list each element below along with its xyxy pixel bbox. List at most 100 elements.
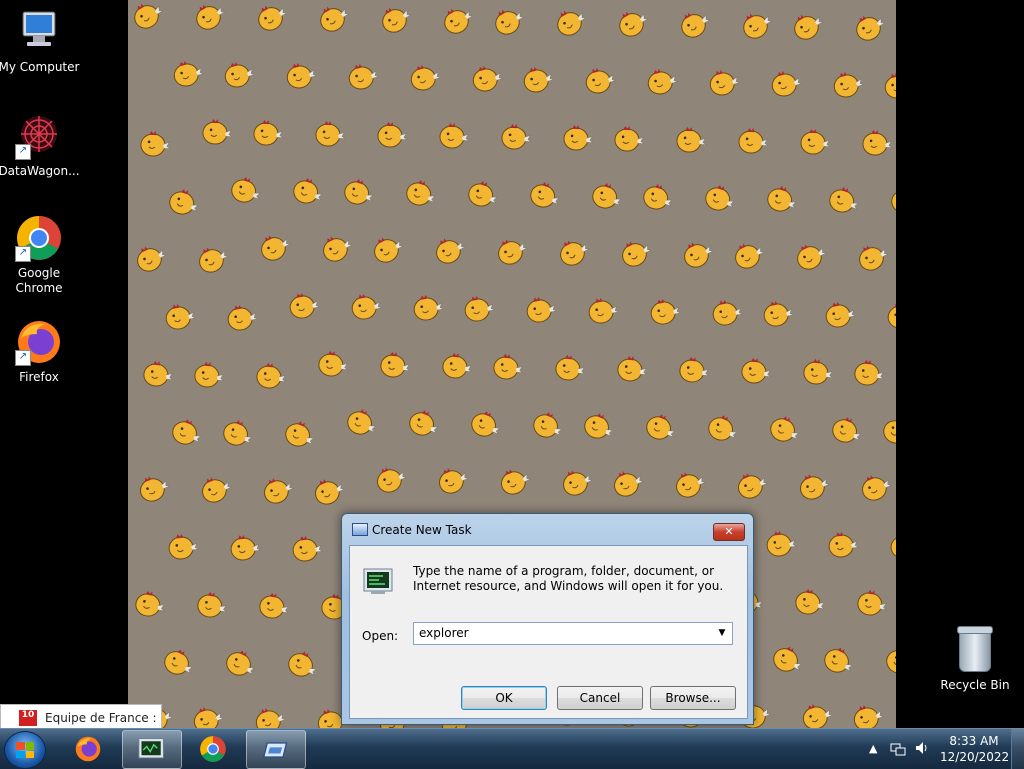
chick-pattern <box>286 62 317 89</box>
taskbar-task-manager[interactable] <box>122 730 182 769</box>
chick-pattern <box>833 71 864 98</box>
chick-pattern <box>439 468 469 494</box>
chick-pattern <box>168 533 199 560</box>
show-desktop-button[interactable] <box>1011 729 1024 769</box>
chick-pattern <box>523 66 554 93</box>
chick-pattern <box>705 185 735 211</box>
taskbar-firefox[interactable] <box>59 730 117 767</box>
chick-pattern <box>738 127 769 154</box>
chick-pattern <box>140 476 170 502</box>
chick-pattern <box>708 415 738 441</box>
chick-pattern <box>164 649 193 675</box>
volume-icon[interactable] <box>914 740 930 759</box>
firefox-icon <box>75 736 101 762</box>
chick-pattern <box>444 8 474 34</box>
firefox-icon: ↗ <box>15 318 63 366</box>
datawagon-icon[interactable]: ↗ DataWagon... <box>0 112 82 179</box>
clock-time: 8:33 AM <box>949 734 999 748</box>
windows-logo-icon <box>16 742 34 758</box>
dialog-body: Type the name of a program, folder, docu… <box>349 545 748 719</box>
chick-pattern <box>255 708 286 728</box>
chick-pattern <box>770 416 800 442</box>
chick-pattern <box>887 302 896 329</box>
chick-pattern <box>169 189 199 215</box>
chick-pattern <box>377 121 408 148</box>
chick-pattern <box>493 353 524 380</box>
chick-pattern <box>202 477 232 503</box>
chick-pattern <box>413 294 444 321</box>
open-input[interactable]: explorer <box>419 626 469 640</box>
chick-pattern <box>617 355 648 382</box>
cancel-button[interactable]: Cancel <box>557 686 643 710</box>
computer-icon <box>15 8 63 56</box>
chick-pattern <box>348 63 379 90</box>
open-combobox[interactable]: explorer ▼ <box>413 622 733 645</box>
chick-pattern <box>293 178 323 204</box>
desktop-icon-label: Firefox <box>19 370 59 384</box>
chevron-down-icon[interactable]: ▼ <box>715 625 729 641</box>
chick-pattern <box>588 297 619 324</box>
chick-pattern <box>227 304 258 331</box>
chick-pattern <box>650 298 681 325</box>
chick-pattern <box>258 5 288 31</box>
recycle-bin-icon[interactable]: Recycle Bin <box>938 626 1012 692</box>
chick-pattern <box>261 235 291 261</box>
chick-pattern <box>530 182 560 208</box>
chick-pattern <box>526 296 557 323</box>
open-label: Open: <box>362 629 399 643</box>
chick-pattern <box>676 126 707 153</box>
google-chrome-icon[interactable]: ↗ Google Chrome <box>0 214 82 296</box>
chick-pattern <box>856 15 886 41</box>
desktop-icon-label: My Computer <box>0 60 80 74</box>
ok-button[interactable]: OK <box>461 686 547 710</box>
chick-pattern <box>292 535 323 562</box>
browse-button[interactable]: Browse... <box>650 686 736 710</box>
system-clock[interactable]: 8:33 AM 12/20/2022 <box>940 733 1009 765</box>
chick-pattern <box>862 475 892 501</box>
chick-pattern <box>436 238 466 264</box>
chick-pattern <box>140 130 171 157</box>
dialog-description: Type the name of a program, folder, docu… <box>413 564 724 593</box>
chick-pattern <box>439 122 470 149</box>
run-program-icon <box>363 568 395 596</box>
chick-pattern <box>289 292 320 319</box>
chick-pattern <box>684 242 714 268</box>
chick-pattern <box>374 237 404 263</box>
chick-pattern <box>165 303 196 330</box>
my-computer-icon[interactable]: My Computer <box>0 8 82 75</box>
chick-pattern <box>230 534 261 561</box>
show-hidden-icons-icon[interactable]: ▲ <box>869 742 877 755</box>
chick-pattern <box>647 68 678 95</box>
network-icon[interactable] <box>890 740 906 759</box>
taskbar-chrome[interactable] <box>184 730 242 767</box>
chick-pattern <box>738 473 768 499</box>
chick-pattern <box>143 360 174 387</box>
chick-pattern <box>853 705 884 728</box>
chick-pattern <box>560 240 590 266</box>
chick-pattern <box>585 67 616 94</box>
chick-pattern <box>794 14 824 40</box>
chick-pattern <box>464 295 495 322</box>
chick-pattern <box>741 357 772 384</box>
chick-pattern <box>890 535 896 559</box>
chick-pattern <box>406 180 436 206</box>
run-dialog-icon <box>262 742 288 758</box>
chick-pattern <box>883 418 896 444</box>
chick-pattern <box>646 414 676 440</box>
firefox-desktop-icon[interactable]: ↗ Firefox <box>0 318 82 385</box>
chick-pattern <box>226 650 255 676</box>
dialog-titlebar[interactable]: Create New Task ✕ <box>342 514 753 546</box>
chick-pattern <box>886 650 896 674</box>
taskbar-run-dialog[interactable] <box>246 730 306 769</box>
chick-pattern <box>315 120 346 147</box>
chick-pattern <box>501 123 532 150</box>
chick-pattern <box>614 125 645 152</box>
chick-pattern <box>199 247 229 273</box>
chick-pattern <box>679 356 710 383</box>
chick-pattern <box>643 184 673 210</box>
chick-pattern <box>619 11 649 37</box>
close-button[interactable]: ✕ <box>713 523 745 541</box>
chick-pattern <box>802 704 833 728</box>
window-icon <box>352 523 368 536</box>
start-button[interactable] <box>4 731 46 769</box>
